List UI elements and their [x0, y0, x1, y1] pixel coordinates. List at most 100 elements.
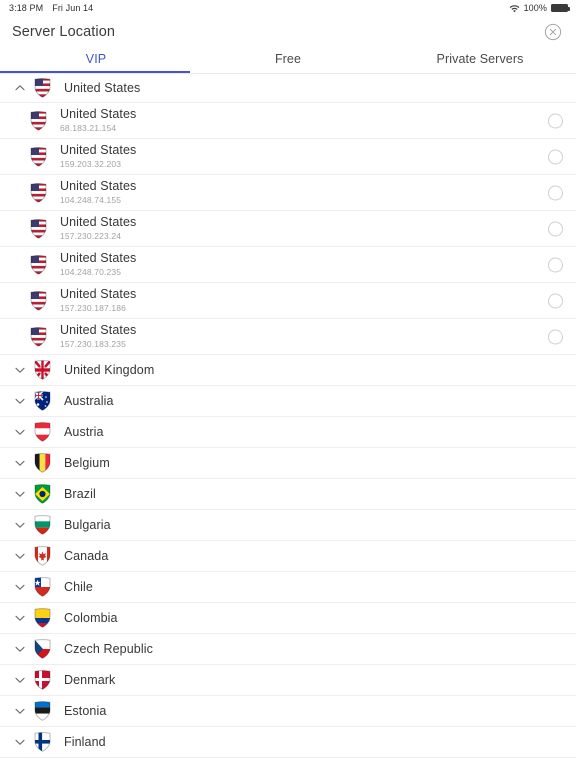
status-date: Fri Jun 14	[52, 3, 94, 13]
country-group-header[interactable]: United States	[0, 74, 576, 103]
country-name: Finland	[64, 734, 106, 749]
flag-us-icon	[30, 110, 47, 131]
country-name: United States	[60, 323, 137, 337]
row-labels: United States 104.248.74.155	[60, 179, 136, 206]
country-name: United States	[60, 107, 137, 121]
country-name: United States	[64, 80, 141, 95]
country-row[interactable]: Chile	[0, 572, 576, 603]
row-labels: United States 159.203.32.203	[60, 143, 136, 170]
country-name: Chile	[64, 579, 93, 594]
row-labels: Czech Republic	[64, 642, 153, 657]
flag-au-icon	[34, 391, 51, 411]
tab-vip-label: VIP	[85, 52, 107, 66]
flag-gb-icon	[34, 360, 51, 380]
server-ip: 104.248.74.155	[60, 195, 122, 205]
tab-free[interactable]: Free	[192, 47, 384, 73]
country-name: United Kingdom	[64, 362, 155, 377]
server-select-radio[interactable]	[548, 113, 563, 128]
chevron-down-icon[interactable]	[12, 486, 28, 502]
server-select-radio[interactable]	[548, 221, 563, 236]
country-row[interactable]: Bulgaria	[0, 510, 576, 541]
country-row[interactable]: Australia	[0, 386, 576, 417]
server-ip: 157.230.187.186	[60, 303, 127, 313]
server-row[interactable]: United States 68.183.21.154	[0, 103, 576, 139]
server-row[interactable]: United States 159.203.32.203	[0, 139, 576, 175]
chevron-down-icon[interactable]	[12, 672, 28, 688]
chevron-down-icon[interactable]	[12, 703, 28, 719]
row-labels: Australia	[64, 394, 114, 409]
country-name: Denmark	[64, 672, 116, 687]
chevron-down-icon[interactable]	[12, 517, 28, 533]
flag-cz-icon	[34, 639, 51, 659]
country-name: Canada	[64, 548, 109, 563]
flag-us-icon	[30, 290, 47, 311]
row-labels: Canada	[64, 549, 108, 564]
server-select-radio[interactable]	[548, 293, 563, 308]
server-row[interactable]: United States 104.248.70.235	[0, 247, 576, 283]
flag-be-icon	[34, 453, 51, 473]
country-name: Czech Republic	[64, 641, 153, 656]
server-row[interactable]: United States 157.230.223.24	[0, 211, 576, 247]
country-row[interactable]: Estonia	[0, 696, 576, 727]
server-row[interactable]: United States 157.230.183.235	[0, 319, 576, 355]
country-row[interactable]: Czech Republic	[0, 634, 576, 665]
server-row[interactable]: United States 157.230.187.186	[0, 283, 576, 319]
server-select-radio[interactable]	[548, 185, 563, 200]
country-row[interactable]: Belgium	[0, 448, 576, 479]
chevron-down-icon[interactable]	[12, 455, 28, 471]
flag-us-icon	[34, 78, 51, 98]
row-labels: Colombia	[64, 611, 118, 626]
flag-us-icon	[30, 326, 47, 347]
row-labels: United States 157.230.223.24	[60, 215, 136, 242]
chevron-down-icon[interactable]	[12, 393, 28, 409]
flag-ee-icon	[34, 701, 51, 721]
tab-private-servers[interactable]: Private Servers	[384, 47, 576, 73]
flag-bg-icon	[34, 515, 51, 535]
country-name: Colombia	[64, 610, 118, 625]
battery-percent: 100%	[523, 3, 547, 13]
country-row[interactable]: Canada	[0, 541, 576, 572]
tab-private-servers-label: Private Servers	[436, 52, 524, 66]
row-labels: United States	[64, 81, 140, 96]
country-name: Australia	[64, 393, 114, 408]
server-location-list[interactable]: United States United States 68.183.21.154…	[0, 74, 576, 758]
row-labels: United Kingdom	[64, 363, 154, 378]
row-labels: Belgium	[64, 456, 110, 471]
chevron-down-icon[interactable]	[12, 734, 28, 750]
flag-fi-icon	[34, 732, 51, 752]
server-select-radio[interactable]	[548, 329, 563, 344]
chevron-down-icon[interactable]	[12, 641, 28, 657]
chevron-up-icon[interactable]	[12, 80, 28, 96]
server-ip: 157.230.183.235	[60, 339, 127, 349]
chevron-down-icon[interactable]	[12, 579, 28, 595]
chevron-down-icon[interactable]	[12, 362, 28, 378]
tab-active-indicator	[0, 70, 190, 73]
country-name: Belgium	[64, 455, 110, 470]
country-name: United States	[60, 251, 137, 265]
country-row[interactable]: Finland	[0, 727, 576, 758]
country-name: United States	[60, 287, 137, 301]
country-row[interactable]: Austria	[0, 417, 576, 448]
country-row[interactable]: Brazil	[0, 479, 576, 510]
country-row[interactable]: United Kingdom	[0, 355, 576, 386]
flag-dk-icon	[34, 670, 51, 690]
flag-us-icon	[30, 218, 47, 239]
country-row[interactable]: Colombia	[0, 603, 576, 634]
country-name: Austria	[64, 424, 104, 439]
server-select-radio[interactable]	[548, 149, 563, 164]
close-circle-icon[interactable]	[544, 23, 562, 41]
wifi-icon	[509, 4, 520, 13]
flag-ca-icon	[34, 546, 51, 566]
chevron-down-icon[interactable]	[12, 548, 28, 564]
flag-us-icon	[30, 254, 47, 275]
server-select-radio[interactable]	[548, 257, 563, 272]
row-labels: United States 157.230.183.235	[60, 323, 136, 350]
country-row[interactable]: Denmark	[0, 665, 576, 696]
battery-icon	[551, 4, 570, 12]
tab-vip[interactable]: VIP	[0, 47, 192, 73]
country-name: United States	[60, 179, 137, 193]
server-row[interactable]: United States 104.248.74.155	[0, 175, 576, 211]
server-ip: 68.183.21.154	[60, 123, 117, 133]
chevron-down-icon[interactable]	[12, 424, 28, 440]
chevron-down-icon[interactable]	[12, 610, 28, 626]
